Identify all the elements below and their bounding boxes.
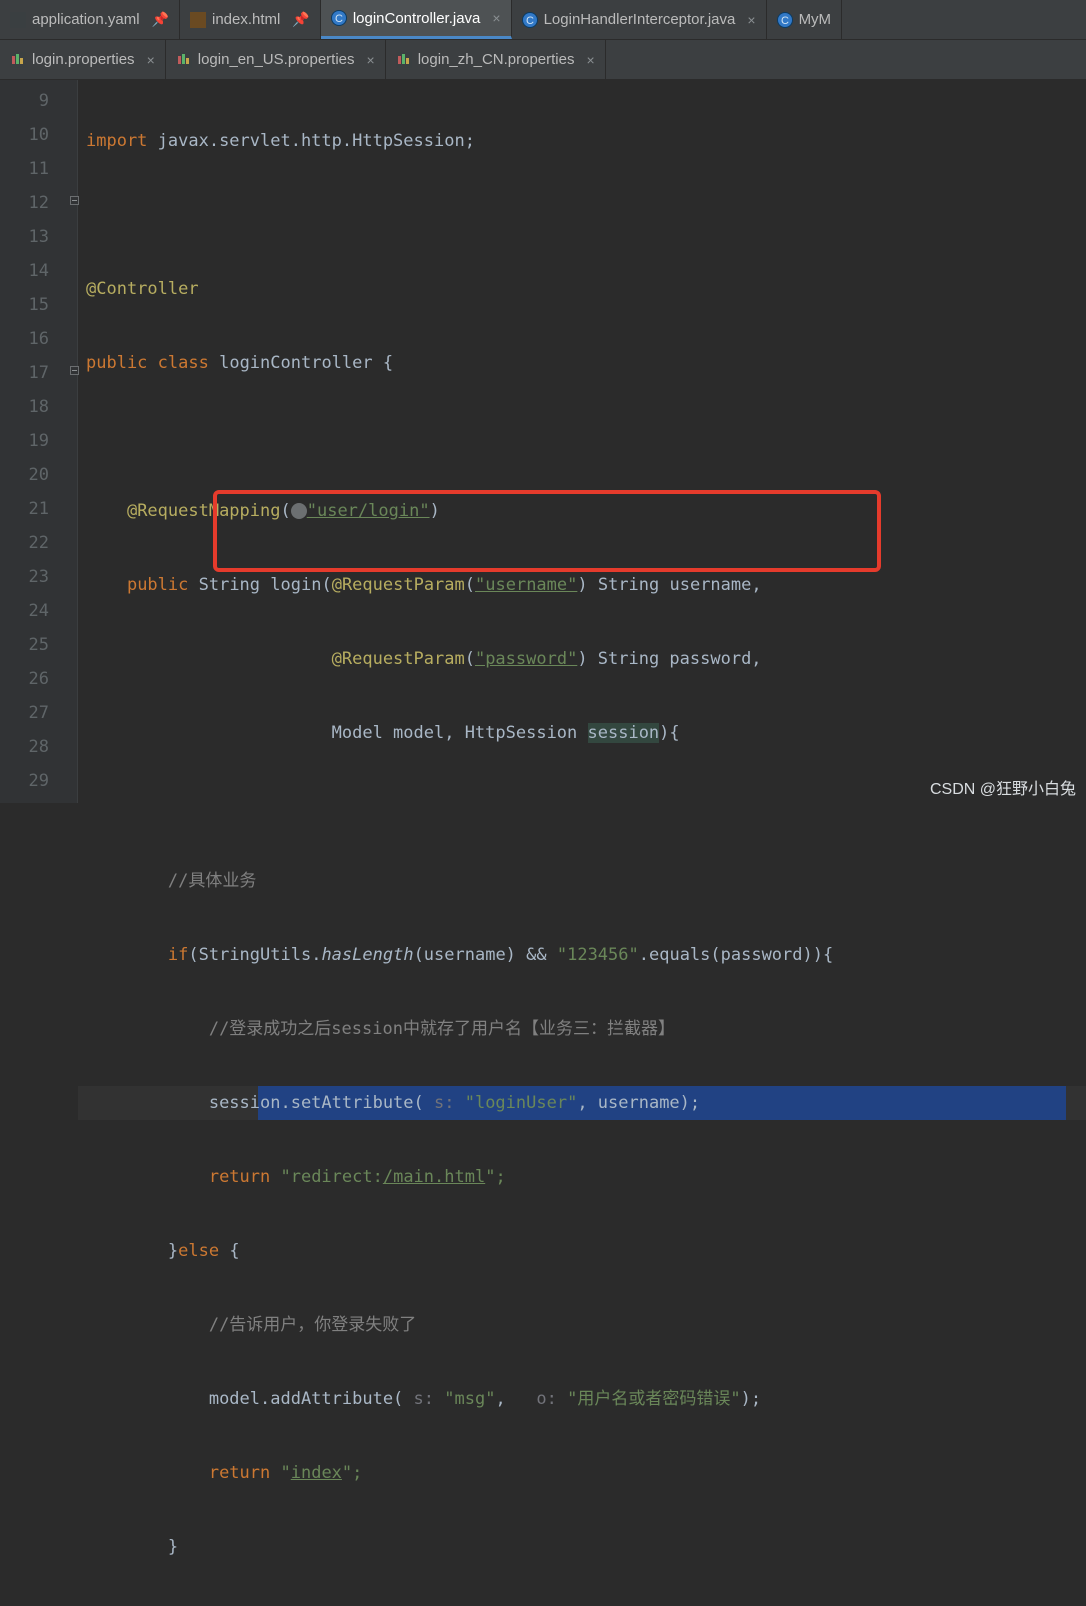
line-number: 28	[0, 730, 77, 764]
code-area[interactable]: import javax.servlet.http.HttpSession; @…	[78, 80, 1086, 803]
svg-text:C: C	[781, 15, 789, 27]
pin-icon: 📌	[292, 11, 309, 28]
code-line: @RequestMapping("user/login")	[78, 494, 1086, 528]
close-icon[interactable]: ×	[586, 52, 594, 68]
code-line: if(StringUtils.hasLength(username) && "1…	[78, 938, 1086, 972]
code-line: session.setAttribute( s: "loginUser", us…	[78, 1086, 1086, 1120]
line-number: 25	[0, 628, 77, 662]
code-line: public class loginController {	[78, 346, 1086, 380]
watermark-text: CSDN @狂野小白兔	[930, 775, 1076, 799]
line-number: 20	[0, 458, 77, 492]
gutter: 9 10 11 12 13 14 15 16 17 18 19 20 21 22…	[0, 80, 78, 803]
tab-application-yaml[interactable]: application.yaml 📌	[0, 0, 180, 39]
line-number: 26	[0, 662, 77, 696]
line-number: 27	[0, 696, 77, 730]
code-line: return "index";	[78, 1456, 1086, 1490]
tab-label: LoginHandlerInterceptor.java	[544, 11, 736, 28]
html-icon	[190, 12, 206, 28]
code-line: //具体业务	[78, 864, 1086, 898]
tab-label: login_en_US.properties	[198, 51, 355, 68]
tab-label: login.properties	[32, 51, 135, 68]
tab-mym[interactable]: C MyM	[767, 0, 843, 39]
line-number: 14	[0, 254, 77, 288]
code-line: return "redirect:/main.html";	[78, 1160, 1086, 1194]
line-number: 12	[0, 186, 77, 220]
code-line	[78, 420, 1086, 454]
tab-label: loginController.java	[353, 10, 481, 27]
line-number: 9	[0, 84, 77, 118]
web-endpoint-icon[interactable]	[291, 503, 307, 519]
close-icon[interactable]: ×	[492, 10, 500, 26]
top-tab-row: application.yaml 📌 index.html 📌 C loginC…	[0, 0, 1086, 40]
code-line: }	[78, 1530, 1086, 1564]
line-number: 19	[0, 424, 77, 458]
class-icon: C	[331, 10, 347, 26]
code-line: //告诉用户，你登录失败了	[78, 1308, 1086, 1342]
tab-login-en-props[interactable]: login_en_US.properties ×	[166, 40, 386, 79]
svg-text:C: C	[526, 15, 534, 27]
line-number: 22	[0, 526, 77, 560]
line-number: 10	[0, 118, 77, 152]
line-number: 13	[0, 220, 77, 254]
class-icon: C	[777, 12, 793, 28]
line-number: 18	[0, 390, 77, 424]
pin-icon: 📌	[152, 11, 169, 28]
tab-index-html[interactable]: index.html 📌	[180, 0, 321, 39]
line-number: 29	[0, 764, 77, 798]
close-icon[interactable]: ×	[147, 52, 155, 68]
code-line: @Controller	[78, 272, 1086, 306]
close-icon[interactable]: ×	[367, 52, 375, 68]
properties-icon	[10, 52, 26, 68]
code-line: Model model, HttpSession session){	[78, 716, 1086, 750]
code-line: //登录成功之后session中就存了用户名【业务三：拦截器】	[78, 1012, 1086, 1046]
line-number: 11	[0, 152, 77, 186]
second-tab-row: login.properties × login_en_US.propertie…	[0, 40, 1086, 80]
line-number: 23	[0, 560, 77, 594]
tab-login-zh-props[interactable]: login_zh_CN.properties ×	[386, 40, 606, 79]
tab-label: application.yaml	[32, 11, 140, 28]
code-line	[78, 198, 1086, 232]
properties-icon	[396, 52, 412, 68]
properties-icon	[176, 52, 192, 68]
editor[interactable]: 9 10 11 12 13 14 15 16 17 18 19 20 21 22…	[0, 80, 1086, 803]
code-line	[78, 1604, 1086, 1606]
code-line: @RequestParam("password") String passwor…	[78, 642, 1086, 676]
code-line: import javax.servlet.http.HttpSession;	[78, 124, 1086, 158]
code-line: model.addAttribute( s: "msg", o: "用户名或者密…	[78, 1382, 1086, 1416]
close-icon[interactable]: ×	[747, 12, 755, 28]
tab-label: login_zh_CN.properties	[418, 51, 575, 68]
line-number: 24	[0, 594, 77, 628]
tab-logincontroller[interactable]: C loginController.java ×	[321, 0, 512, 39]
tab-loginhandler[interactable]: C LoginHandlerInterceptor.java ×	[512, 0, 767, 39]
line-number: 21	[0, 492, 77, 526]
class-icon: C	[522, 12, 538, 28]
tab-label: index.html	[212, 11, 280, 28]
line-number: 16	[0, 322, 77, 356]
code-line: public String login(@RequestParam("usern…	[78, 568, 1086, 602]
tab-login-props[interactable]: login.properties ×	[0, 40, 166, 79]
line-number: 15	[0, 288, 77, 322]
line-number: 17	[0, 356, 77, 390]
tab-label: MyM	[799, 11, 832, 28]
svg-text:C: C	[335, 13, 343, 25]
yaml-icon	[10, 12, 26, 28]
code-line: }else {	[78, 1234, 1086, 1268]
